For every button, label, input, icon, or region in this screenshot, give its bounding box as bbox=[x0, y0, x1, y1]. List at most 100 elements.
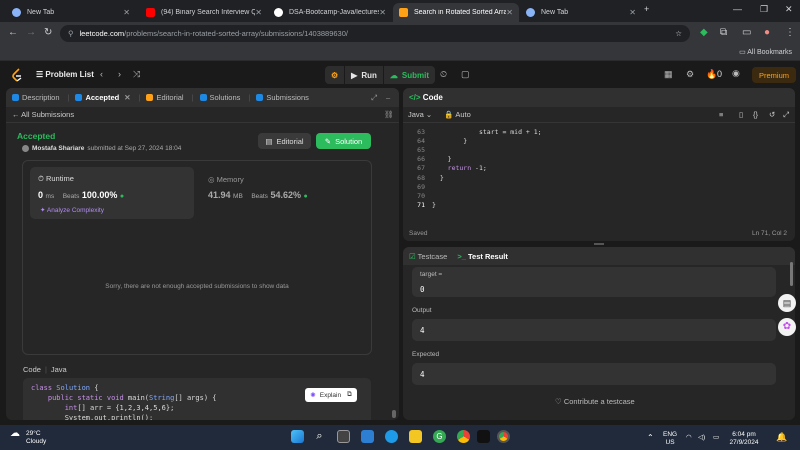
problem-list-button[interactable]: ☰ Problem List bbox=[36, 70, 94, 79]
code-line[interactable]: } bbox=[432, 174, 444, 182]
timer-icon[interactable]: ⏲ bbox=[440, 69, 447, 80]
next-problem-icon[interactable]: › bbox=[118, 69, 121, 79]
file-explorer-icon[interactable] bbox=[409, 430, 422, 443]
braces-icon[interactable]: {} bbox=[753, 110, 758, 119]
shuffle-icon[interactable]: ⤨ bbox=[133, 69, 140, 80]
browser-tab-leetcode[interactable]: Search in Rotated Sorted Array ✕ bbox=[393, 3, 519, 22]
close-tab-icon[interactable]: ✕ bbox=[124, 93, 130, 102]
code-line[interactable]: } bbox=[432, 201, 436, 209]
maximize-icon[interactable]: ⤢ bbox=[371, 93, 377, 103]
close-icon[interactable]: ✕ bbox=[379, 8, 386, 17]
restore-icon[interactable]: ❐ bbox=[760, 4, 768, 15]
window-close-icon[interactable]: ✕ bbox=[785, 4, 793, 15]
contribute-testcase-link[interactable]: ♡ Contribute a testcase bbox=[555, 397, 635, 406]
code-line[interactable]: start = mid + 1; bbox=[432, 128, 542, 136]
solution-button[interactable]: ✎ Solution bbox=[316, 133, 371, 149]
sidebar-icon[interactable]: ▭ bbox=[742, 27, 751, 38]
forward-icon[interactable]: → bbox=[26, 27, 36, 38]
reload-icon[interactable]: ↻ bbox=[44, 27, 52, 38]
notifications-icon[interactable]: 🔔 bbox=[776, 433, 787, 442]
tab-editorial[interactable]: Editorial bbox=[146, 93, 184, 102]
code-line[interactable]: } bbox=[432, 137, 467, 145]
menu-icon[interactable]: ⋮ bbox=[785, 27, 795, 38]
task-view-icon[interactable] bbox=[337, 430, 350, 443]
copy-icon[interactable]: ⧉ bbox=[347, 391, 352, 399]
memory-card[interactable]: ◎ Memory bbox=[208, 175, 244, 184]
submit-button[interactable]: ☁ Submit bbox=[383, 66, 435, 84]
close-icon[interactable]: ✕ bbox=[123, 8, 130, 17]
mode-select[interactable]: 🔒 Auto bbox=[444, 110, 470, 119]
tray-overflow-icon[interactable]: ⌃ bbox=[647, 434, 654, 442]
copilot-button[interactable]: ✿ bbox=[778, 318, 796, 336]
close-icon[interactable]: ✕ bbox=[629, 8, 636, 17]
analyze-complexity-link[interactable]: ✦ Analyze Complexity bbox=[40, 206, 104, 214]
vscode-icon[interactable] bbox=[361, 430, 374, 443]
layout-icon[interactable]: ▦ bbox=[664, 69, 673, 80]
premium-button[interactable]: Premium bbox=[752, 67, 796, 83]
editorial-button[interactable]: ▤ Editorial bbox=[258, 133, 311, 149]
site-info-icon[interactable]: ⚲ bbox=[68, 29, 74, 38]
back-to-submissions[interactable]: ← All Submissions ⛓ bbox=[6, 107, 399, 123]
weather-widget[interactable]: ☁ 29°C Cloudy bbox=[10, 429, 46, 446]
browser-tab-newtab-2[interactable]: New Tab ✕ bbox=[520, 3, 642, 22]
collapse-icon[interactable]: – bbox=[386, 93, 390, 102]
bookmark-icon[interactable]: ▯ bbox=[739, 110, 743, 119]
notes-icon[interactable]: ▢ bbox=[461, 69, 470, 80]
back-icon[interactable]: ← bbox=[8, 27, 18, 38]
new-tab-icon[interactable]: + bbox=[644, 4, 649, 14]
streak-fire-icon[interactable]: 🔥 bbox=[706, 69, 717, 80]
tab-testcase[interactable]: ☑ Testcase bbox=[409, 252, 447, 261]
tab-submissions[interactable]: Submissions bbox=[256, 93, 309, 102]
code-line[interactable]: } bbox=[432, 155, 452, 163]
grammarly-icon[interactable]: G bbox=[433, 430, 446, 443]
browser-tab-youtube[interactable]: (94) Binary Search Interview Qu ✕ bbox=[140, 3, 268, 22]
all-bookmarks-button[interactable]: ▭ All Bookmarks bbox=[739, 48, 792, 56]
windows-start-icon[interactable] bbox=[291, 430, 304, 443]
language-select[interactable]: Java ⌄ bbox=[408, 110, 432, 119]
debug-button[interactable]: ⚙ bbox=[325, 66, 345, 84]
prev-problem-icon[interactable]: ‹ bbox=[100, 69, 103, 79]
tab-description[interactable]: Description bbox=[12, 93, 60, 102]
user-avatar[interactable]: ◉ bbox=[732, 68, 740, 79]
side-panel-button[interactable]: ▤ bbox=[778, 294, 796, 312]
fullscreen-icon[interactable]: ⤢ bbox=[783, 110, 789, 120]
extensions-icon[interactable]: ⧉ bbox=[720, 27, 727, 38]
tab-accepted[interactable]: Accepted ✕ bbox=[75, 93, 131, 102]
chrome-active-icon[interactable] bbox=[497, 430, 510, 443]
settings-icon[interactable]: ⚙ bbox=[686, 69, 694, 80]
search-icon[interactable]: ⌕ bbox=[313, 430, 326, 443]
info-icon[interactable]: ● bbox=[120, 193, 124, 200]
reset-icon[interactable]: ↺ bbox=[769, 110, 775, 119]
run-button[interactable]: ▶ Run bbox=[345, 66, 383, 84]
tab-solutions[interactable]: Solutions bbox=[199, 93, 240, 102]
battery-icon[interactable]: ▭ bbox=[713, 434, 719, 442]
explain-button[interactable]: ✺ Explain ⧉ bbox=[305, 388, 357, 402]
scrollbar[interactable] bbox=[392, 410, 396, 418]
close-icon[interactable]: ✕ bbox=[506, 8, 513, 17]
format-icon[interactable]: ≡ bbox=[719, 110, 723, 119]
chrome-icon[interactable] bbox=[457, 430, 470, 443]
extension-icon[interactable]: ◆ bbox=[700, 27, 708, 38]
browser-tab-newtab-1[interactable]: New Tab ✕ bbox=[6, 3, 136, 22]
link-icon[interactable]: ⛓ bbox=[384, 110, 394, 119]
tab-test-result[interactable]: >_ Test Result bbox=[457, 252, 508, 261]
minimize-icon[interactable]: — bbox=[733, 4, 742, 14]
resize-handle[interactable] bbox=[594, 243, 604, 245]
runtime-card[interactable]: ⏱ Runtime 0 ms Beats 100.00% ● ✦ Analyze… bbox=[30, 167, 194, 219]
language-indicator[interactable]: ENG US bbox=[663, 431, 677, 447]
submitter-name[interactable]: Mostafa Shariare bbox=[32, 145, 84, 152]
profile-avatar-icon[interactable]: ● bbox=[764, 27, 770, 38]
leetcode-logo-icon[interactable] bbox=[11, 68, 23, 82]
audio-app-icon[interactable] bbox=[477, 430, 490, 443]
speaker-icon[interactable]: ◁) bbox=[698, 434, 705, 442]
test-scrollbar[interactable] bbox=[790, 262, 793, 286]
close-icon[interactable]: ✕ bbox=[255, 8, 262, 17]
info-icon[interactable]: ● bbox=[304, 193, 308, 200]
code-line[interactable]: return -1; bbox=[432, 164, 487, 172]
wifi-icon[interactable]: ◠ bbox=[686, 434, 692, 442]
browser-tab-github[interactable]: DSA-Bootcamp-Java/lectures/1 ✕ bbox=[268, 3, 392, 22]
edge-icon[interactable] bbox=[385, 430, 398, 443]
url-bar[interactable]: ⚲ leetcode.com /problems/search-in-rotat… bbox=[60, 25, 690, 42]
bookmark-star-icon[interactable]: ☆ bbox=[675, 29, 682, 38]
clock[interactable]: 6:04 pm 27/9/2024 bbox=[722, 431, 766, 447]
